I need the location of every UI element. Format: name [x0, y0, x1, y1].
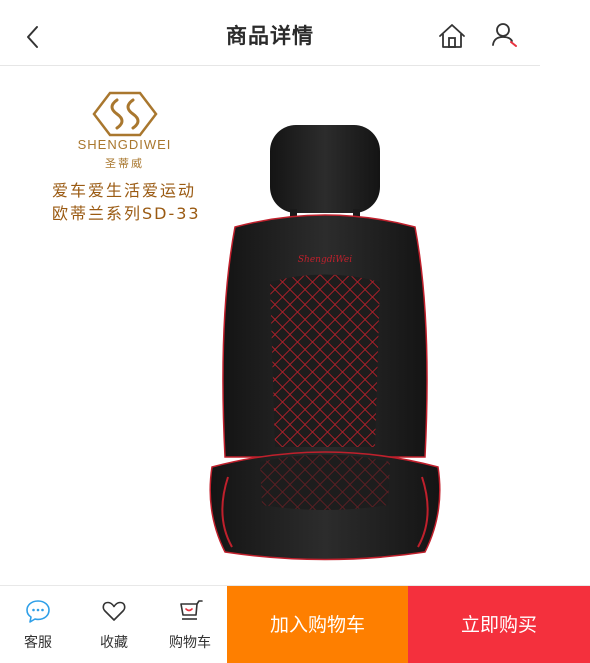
- add-to-cart-button[interactable]: 加入购物车: [227, 586, 408, 663]
- brand-chinese-name: 圣蒂威: [105, 157, 144, 170]
- heart-icon: [102, 601, 126, 621]
- user-icon: [492, 23, 517, 47]
- buy-now-button[interactable]: 立即购买: [408, 586, 590, 663]
- favorite-label: 收藏: [100, 635, 128, 651]
- cart-label: 购物车: [169, 635, 211, 651]
- home-icon: [439, 24, 465, 48]
- product-slogan: 爱车爱生活爱运动: [52, 181, 197, 200]
- top-nav-bar: 商品详情: [0, 0, 540, 66]
- bottom-action-bar: 客服 收藏 购物车 加入购物车 立即购买: [0, 585, 590, 663]
- home-button[interactable]: [437, 21, 467, 51]
- cart-icon: [180, 600, 203, 620]
- user-button[interactable]: [490, 20, 520, 50]
- customer-service-button[interactable]: 客服: [0, 586, 76, 663]
- cart-button[interactable]: 购物车: [152, 586, 228, 663]
- product-image: SHENGDIWEI 圣蒂威 爱车爱生活爱运动 欧蒂兰系列SD-33 Sheng…: [0, 67, 540, 584]
- chat-icon: [26, 600, 50, 623]
- car-seat-image: ShengdiWei: [209, 125, 441, 561]
- favorite-button[interactable]: 收藏: [76, 586, 152, 663]
- seat-emblem: ShengdiWei: [298, 255, 352, 265]
- product-series: 欧蒂兰系列SD-33: [52, 204, 201, 223]
- brand-name: SHENGDIWEI: [77, 137, 172, 152]
- service-label: 客服: [24, 635, 52, 651]
- brand-logo: [92, 91, 158, 137]
